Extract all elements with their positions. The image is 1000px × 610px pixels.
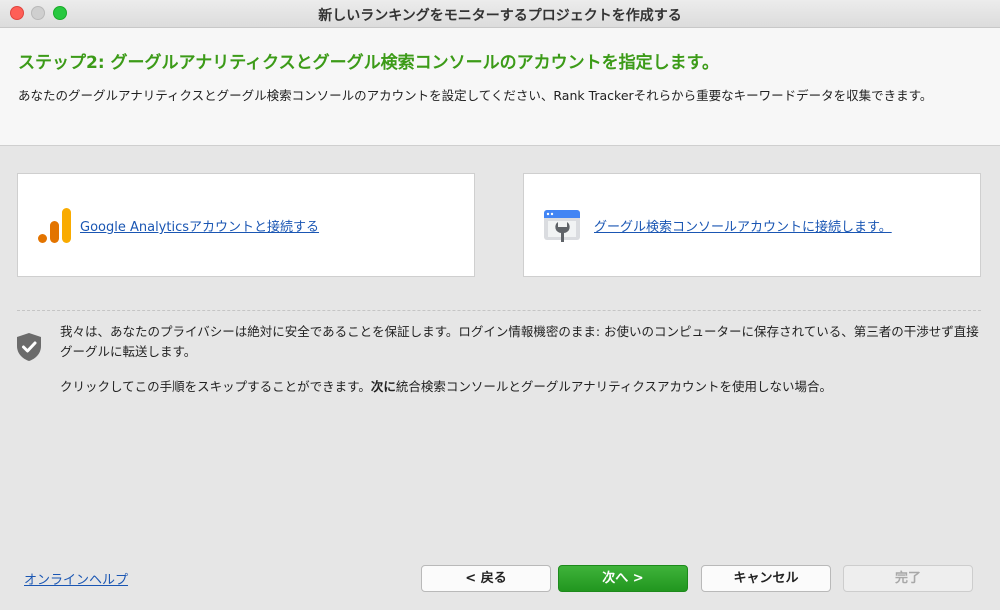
online-help-link[interactable]: オンラインヘルプ	[24, 569, 128, 588]
google-analytics-icon	[38, 208, 71, 243]
finish-button: 完了	[843, 565, 973, 592]
step-title: ステップ2: グーグルアナリティクスとグーグル検索コンソールのアカウントを指定し…	[18, 53, 719, 73]
connect-google-analytics-link[interactable]: Google Analyticsアカウントと接続する	[80, 216, 319, 235]
skip-instructions: クリックしてこの手順をスキップすることができます。次に統合検索コンソールとグーグ…	[60, 377, 985, 397]
window-title: 新しいランキングをモニターするプロジェクトを作成する	[318, 8, 682, 24]
search-console-icon	[544, 210, 580, 242]
google-analytics-card[interactable]: Google Analyticsアカウントと接続する	[17, 173, 475, 277]
search-console-card[interactable]: グーグル検索コンソールアカウントに接続します。	[523, 173, 981, 277]
connect-search-console-link[interactable]: グーグル検索コンソールアカウントに接続します。	[594, 216, 892, 235]
skip-text-prefix: クリックしてこの手順をスキップすることができます。	[60, 379, 371, 394]
title-bar: 新しいランキングをモニターするプロジェクトを作成する	[0, 0, 1000, 28]
skip-text-bold: 次に	[370, 379, 396, 394]
back-button[interactable]: < 戻る	[421, 565, 551, 592]
step-header: ステップ2: グーグルアナリティクスとグーグル検索コンソールのアカウントを指定し…	[0, 28, 1000, 146]
skip-text-suffix: 統合検索コンソールとグーグルアナリティクスアカウントを使用しない場合。	[395, 379, 833, 394]
privacy-notice: 我々は、あなたのプライバシーは絶対に安全であることを保証します。ログイン情報機密…	[60, 324, 979, 359]
next-button[interactable]: 次へ >	[558, 565, 688, 592]
step-description: あなたのグーグルアナリティクスとグーグル検索コンソールのアカウントを設定してくだ…	[18, 88, 933, 103]
shield-check-icon	[17, 333, 41, 361]
section-divider	[17, 310, 981, 311]
cancel-button[interactable]: キャンセル	[701, 565, 831, 592]
